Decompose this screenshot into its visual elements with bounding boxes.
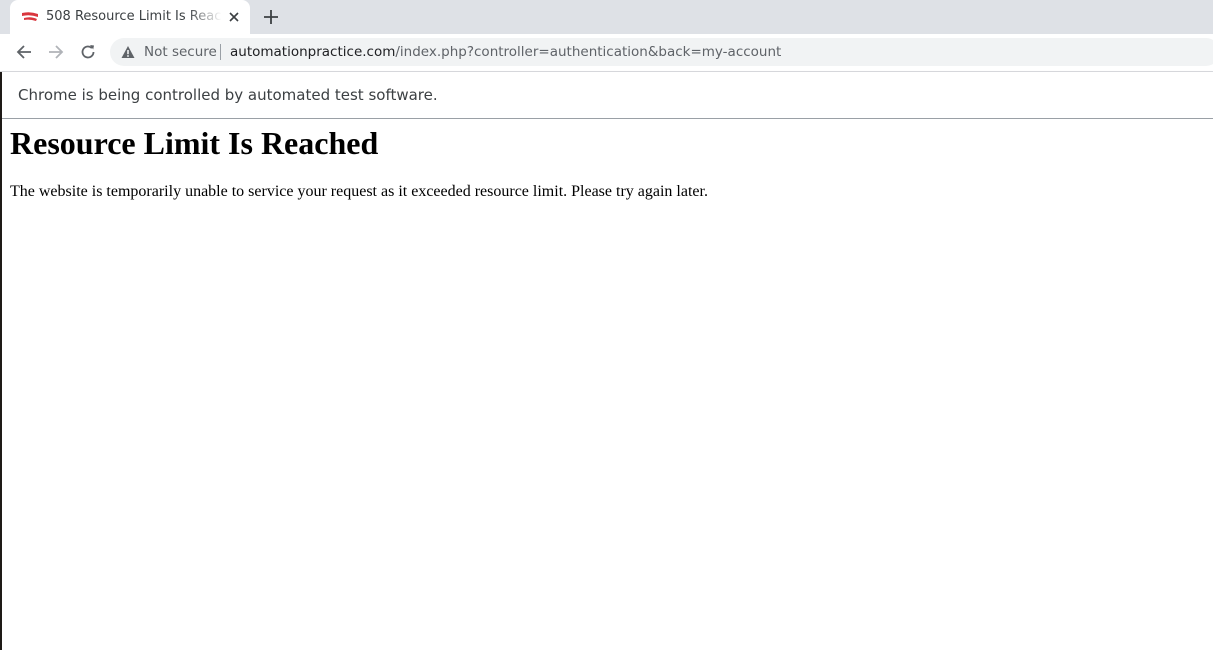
infobar-message: Chrome is being controlled by automated … [18,86,438,104]
automation-infobar: Chrome is being controlled by automated … [0,72,1213,119]
arrow-right-icon[interactable] [45,41,67,63]
browser-toolbar: Not secure automationpractice.com/index.… [0,34,1213,72]
active-tab[interactable]: 508 Resource Limit Is Reached [10,0,250,34]
security-label[interactable]: Not secure [144,44,217,60]
reload-icon[interactable] [77,41,99,63]
url-path: /index.php?controller=authentication&bac… [395,44,782,60]
warning-triangle-icon[interactable] [121,45,135,59]
page-content: Resource Limit Is Reached The website is… [2,119,1213,650]
error-message: The website is temporarily unable to ser… [10,183,708,200]
tab-strip: 508 Resource Limit Is Reached [0,0,1213,34]
flag-favicon-icon [22,12,38,21]
close-icon[interactable] [226,9,242,25]
url-host: automationpractice.com [230,44,396,60]
address-bar[interactable]: Not secure automationpractice.com/index.… [110,38,1213,66]
tab-title: 508 Resource Limit Is Reached [46,9,222,24]
url-text[interactable]: automationpractice.com/index.php?control… [230,44,781,60]
page-title: Resource Limit Is Reached [10,125,379,161]
omnibox-separator [220,44,221,60]
plus-icon[interactable] [262,8,280,26]
arrow-left-icon[interactable] [13,41,35,63]
